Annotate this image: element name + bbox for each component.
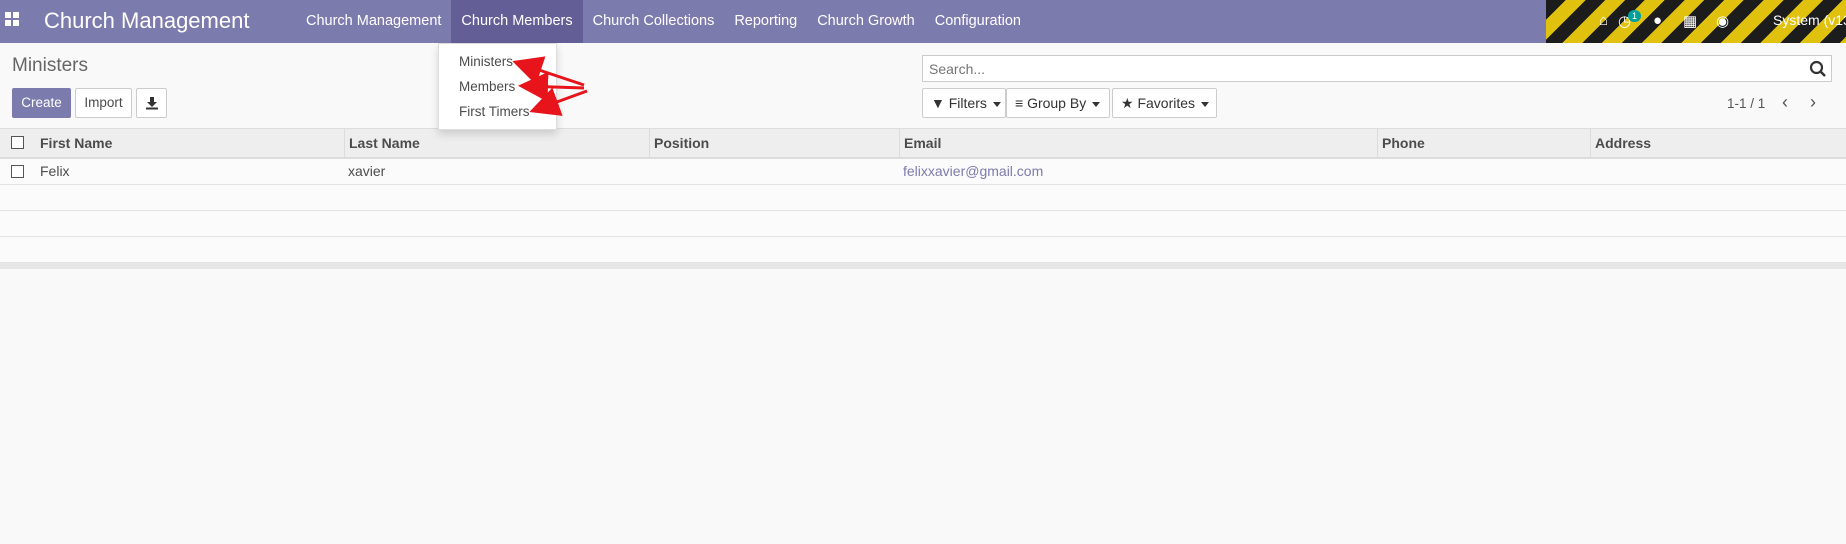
- chevron-down-icon: [1092, 101, 1101, 107]
- pager-next-icon[interactable]: ›: [1810, 92, 1816, 113]
- home-icon[interactable]: ⌂: [1599, 12, 1608, 29]
- dropdown-item-ministers[interactable]: Ministers: [459, 54, 513, 69]
- column-position[interactable]: Position: [649, 129, 899, 157]
- menu-church-collections[interactable]: Church Collections: [583, 0, 725, 43]
- group-by-button[interactable]: ≡ Group By: [1006, 88, 1110, 118]
- star-icon: ★: [1121, 95, 1134, 111]
- list-table: First Name Last Name Position Email Phon…: [0, 128, 1846, 269]
- table-row[interactable]: Felix xavier felixxavier@gmail.com: [0, 159, 1846, 185]
- column-last-name[interactable]: Last Name: [344, 129, 649, 157]
- top-navbar: Church Management Church Management Chur…: [0, 0, 1846, 43]
- church-members-dropdown: Ministers Members First Timers: [438, 43, 557, 130]
- chevron-down-icon: [1201, 101, 1210, 107]
- chevron-down-icon: [992, 101, 1001, 107]
- row-checkbox[interactable]: [11, 165, 24, 178]
- main-menu: Church Management Church Members Church …: [296, 0, 1031, 43]
- cell-last-name: xavier: [348, 163, 386, 179]
- app-brand-title[interactable]: Church Management: [44, 8, 249, 34]
- import-button[interactable]: Import: [75, 88, 132, 118]
- cell-first-name: Felix: [40, 163, 70, 179]
- column-address[interactable]: Address: [1590, 129, 1846, 157]
- menu-configuration[interactable]: Configuration: [925, 0, 1031, 43]
- column-email[interactable]: Email: [899, 129, 1377, 157]
- filters-button[interactable]: ▼ Filters: [922, 88, 1006, 118]
- select-all-cell: [0, 129, 36, 157]
- systray-test-banner: ⌂ ◷ 1 ● ▦ ◉ System (v13): [1546, 0, 1846, 43]
- create-button[interactable]: Create: [12, 88, 71, 118]
- chat-bubble-icon[interactable]: ●: [1653, 12, 1662, 29]
- empty-row: [0, 211, 1846, 237]
- funnel-icon: ▼: [931, 95, 945, 111]
- column-phone[interactable]: Phone: [1377, 129, 1590, 157]
- systray-area: ⌂ ◷ 1 ● ▦ ◉ System (v13): [1566, 0, 1846, 43]
- dropdown-item-members[interactable]: Members: [459, 79, 515, 94]
- apps-grid-icon[interactable]: [5, 12, 19, 26]
- empty-row: [0, 185, 1846, 211]
- dropdown-item-first-timers[interactable]: First Timers: [459, 104, 530, 119]
- favorites-button[interactable]: ★ Favorites: [1112, 88, 1217, 118]
- pager-value[interactable]: 1-1 / 1: [1727, 96, 1765, 111]
- search-input[interactable]: [923, 56, 1783, 81]
- download-icon: [145, 97, 158, 110]
- pager-previous-icon[interactable]: ‹: [1782, 92, 1788, 113]
- cell-email[interactable]: felixxavier@gmail.com: [899, 159, 1377, 184]
- list-icon: ≡: [1015, 95, 1024, 111]
- row-select-cell: [0, 159, 36, 184]
- group-by-label: Group By: [1027, 95, 1087, 111]
- select-all-checkbox[interactable]: [11, 136, 24, 149]
- menu-church-members[interactable]: Church Members: [451, 0, 583, 43]
- empty-row: [0, 237, 1846, 263]
- gift-icon[interactable]: ▦: [1683, 12, 1697, 30]
- table-footer-divider: [0, 263, 1846, 269]
- cell-position: [649, 159, 899, 184]
- page-title: Ministers: [12, 55, 89, 76]
- search-icon[interactable]: [1809, 60, 1827, 78]
- cell-phone: [1377, 159, 1590, 184]
- user-avatar-icon[interactable]: ◉: [1716, 12, 1729, 30]
- menu-church-management[interactable]: Church Management: [296, 0, 451, 43]
- search-box: [922, 55, 1832, 82]
- download-button[interactable]: [136, 88, 167, 118]
- user-menu[interactable]: System (v13): [1773, 12, 1846, 28]
- column-first-name[interactable]: First Name: [36, 129, 344, 157]
- filters-label: Filters: [948, 95, 987, 111]
- menu-reporting[interactable]: Reporting: [724, 0, 807, 43]
- menu-church-growth[interactable]: Church Growth: [807, 0, 925, 43]
- user-name: System (v13): [1773, 12, 1846, 28]
- cell-address: [1590, 159, 1846, 184]
- table-header: First Name Last Name Position Email Phon…: [0, 129, 1846, 159]
- activity-count-badge: 1: [1628, 10, 1642, 22]
- favorites-label: Favorites: [1137, 95, 1196, 111]
